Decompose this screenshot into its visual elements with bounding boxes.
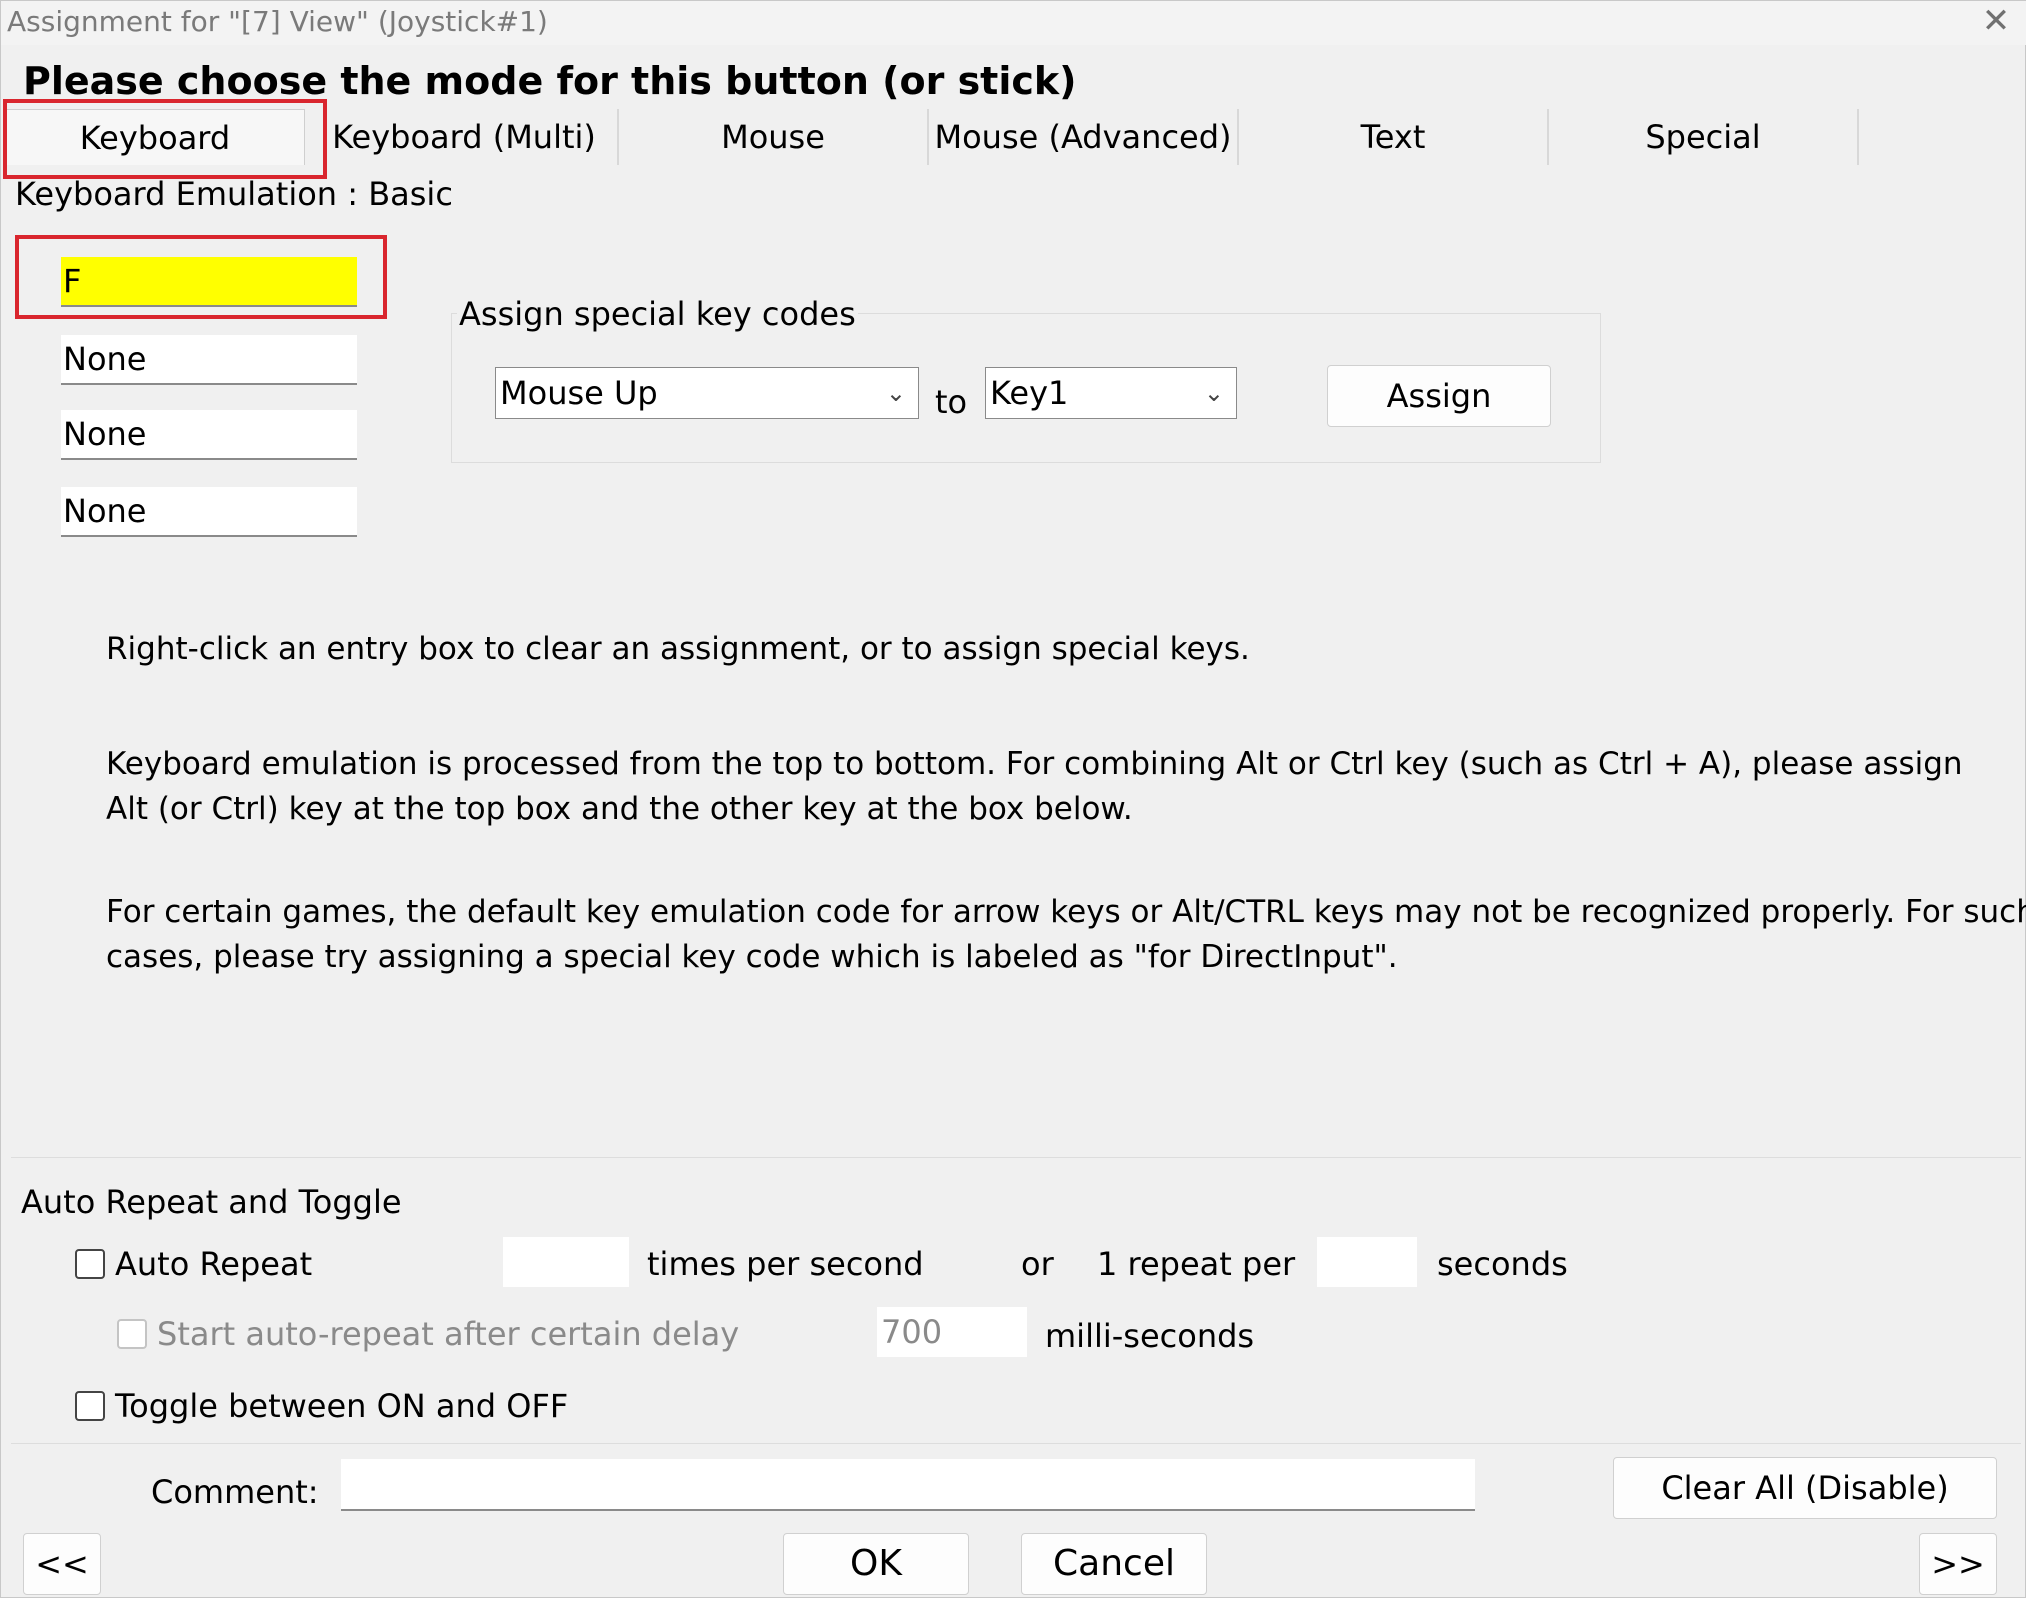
key-input-2[interactable]: None [61,335,357,385]
tab-special[interactable]: Special [1549,109,1859,165]
key-input-3[interactable]: None [61,410,357,460]
window-title: Assignment for "[7] View" (Joystick#1) [7,5,548,38]
previous-button[interactable]: << [23,1533,101,1595]
delay-label: Start auto-repeat after certain delay [157,1315,740,1353]
page-title: Please choose the mode for this button (… [23,59,1077,103]
delay-checkbox[interactable] [117,1319,147,1349]
assign-button[interactable]: Assign [1327,365,1551,427]
section-divider [11,1157,2021,1158]
title-bar: Assignment for "[7] View" (Joystick#1) ✕ [1,1,2026,45]
comment-label: Comment: [151,1473,319,1511]
mode-tabs: Keyboard Keyboard (Multi) Mouse Mouse (A… [1,109,1863,165]
toggle-label: Toggle between ON and OFF [115,1387,569,1425]
chevron-down-icon: ⌄ [1203,379,1224,407]
key-input-1[interactable]: F [61,257,357,307]
auto-repeat-checkbox[interactable] [75,1249,105,1279]
auto-repeat-label: Auto Repeat [115,1245,313,1283]
close-icon[interactable]: ✕ [1971,1,2021,41]
help-text-order-line2: Alt (or Ctrl) key at the top box and the… [106,791,1133,827]
seconds-label: seconds [1437,1245,1568,1283]
clear-all-button[interactable]: Clear All (Disable) [1613,1457,1997,1519]
special-source-value: Mouse Up [500,374,658,412]
toggle-checkbox[interactable] [75,1391,105,1421]
tab-mouse[interactable]: Mouse [619,109,929,165]
help-text-directinput-line2: cases, please try assigning a special ke… [106,939,1398,975]
tab-keyboard-multi[interactable]: Keyboard (Multi) [311,109,619,165]
comment-input[interactable] [341,1459,1475,1511]
chevron-down-icon: ⌄ [885,379,906,407]
cancel-button[interactable]: Cancel [1021,1533,1207,1595]
help-text-order-line1: Keyboard emulation is processed from the… [106,746,1963,782]
tab-keyboard[interactable]: Keyboard [5,109,305,165]
mode-label: Keyboard Emulation : Basic [15,175,453,213]
next-button[interactable]: >> [1919,1533,1997,1595]
special-to-label: to [935,383,968,421]
assignment-dialog: Assignment for "[7] View" (Joystick#1) ✕… [0,0,2026,1598]
tab-text[interactable]: Text [1239,109,1549,165]
or-label: or [1021,1245,1054,1283]
footer-divider [11,1443,2021,1444]
special-target-select[interactable]: Key1 ⌄ [985,367,1237,419]
tab-mouse-advanced[interactable]: Mouse (Advanced) [929,109,1239,165]
seconds-input[interactable] [1317,1237,1417,1287]
times-per-second-input[interactable] [503,1237,629,1287]
repeat-per-label: 1 repeat per [1097,1245,1296,1283]
special-target-value: Key1 [990,374,1069,412]
auto-repeat-group-label: Auto Repeat and Toggle [21,1183,402,1221]
key-input-4[interactable]: None [61,487,357,537]
help-text-directinput-line1: For certain games, the default key emula… [106,894,2026,930]
special-source-select[interactable]: Mouse Up ⌄ [495,367,919,419]
delay-input[interactable]: 700 [877,1307,1027,1357]
special-key-group-label: Assign special key codes [457,295,858,333]
ok-button[interactable]: OK [783,1533,969,1595]
delay-unit-label: milli-seconds [1045,1317,1255,1355]
times-per-second-label: times per second [647,1245,924,1283]
help-text-clear: Right-click an entry box to clear an ass… [106,631,1250,667]
